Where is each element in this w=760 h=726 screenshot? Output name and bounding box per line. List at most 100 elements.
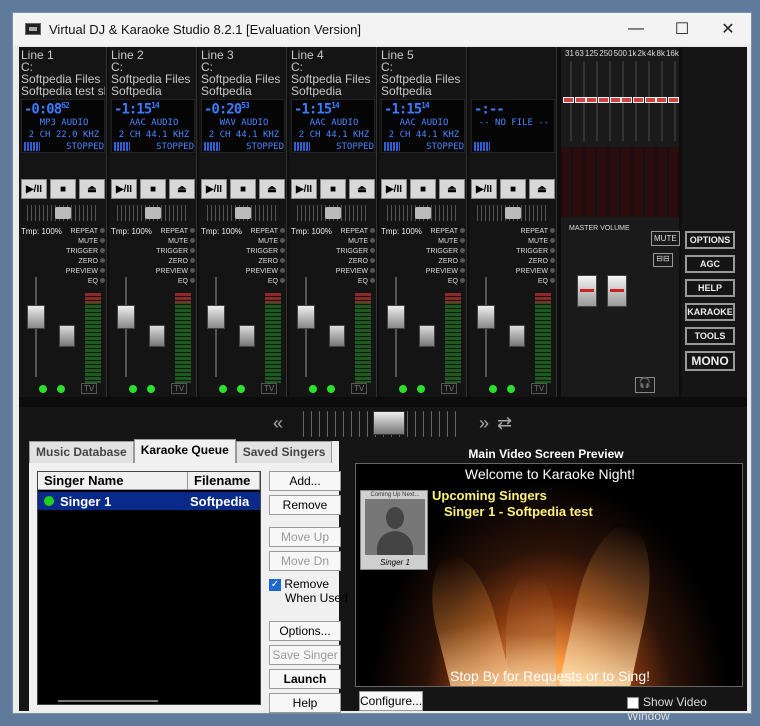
deck-flag-zero[interactable]: ZERO	[495, 257, 555, 267]
deck-flag-repeat[interactable]: REPEAT	[405, 227, 465, 237]
deck-flag-preview[interactable]: PREVIEW	[405, 267, 465, 277]
column-filename[interactable]: Filename	[188, 472, 260, 490]
deck-flag-repeat[interactable]: REPEAT	[495, 227, 555, 237]
eq-knob[interactable]	[667, 97, 679, 103]
deck-flag-trigger[interactable]: TRIGGER	[135, 247, 195, 257]
deck-balance-fader[interactable]	[419, 325, 435, 355]
tab-saved-singers[interactable]: Saved Singers	[235, 441, 333, 463]
tv-output-button[interactable]: TV	[171, 383, 188, 394]
crossfade-right-icon[interactable]: »	[479, 413, 489, 434]
karaoke-help-button[interactable]: Help	[269, 693, 341, 713]
tools-button[interactable]: TOOLS	[685, 327, 735, 345]
deck-volume-fader[interactable]	[117, 277, 135, 377]
agc-button[interactable]: AGC	[685, 255, 735, 273]
deck-pitch-slider[interactable]	[477, 205, 549, 221]
play-pause-button[interactable]: ▶/II	[291, 179, 317, 199]
master-mute-button[interactable]: MUTE	[651, 231, 680, 246]
deck-pitch-slider[interactable]	[117, 205, 189, 221]
fader-cap[interactable]	[149, 325, 165, 347]
deck-flag-trigger[interactable]: TRIGGER	[225, 247, 285, 257]
fader-cap[interactable]	[329, 325, 345, 347]
headphones-icon[interactable]: 🎧	[635, 377, 655, 393]
eq-knob[interactable]	[574, 97, 586, 103]
fader-cap[interactable]	[207, 305, 225, 329]
deck-flag-eq[interactable]: EQ	[495, 277, 555, 287]
deck-flag-zero[interactable]: ZERO	[135, 257, 195, 267]
play-pause-button[interactable]: ▶/II	[381, 179, 407, 199]
deck-balance-fader[interactable]	[59, 325, 75, 355]
deck-flag-trigger[interactable]: TRIGGER	[405, 247, 465, 257]
tv-output-button[interactable]: TV	[351, 383, 368, 394]
fader-cap[interactable]	[419, 325, 435, 347]
deck-balance-fader[interactable]	[509, 325, 525, 355]
eq-knob[interactable]	[597, 97, 609, 103]
remove-button[interactable]: Remove	[269, 495, 341, 515]
deck-flag-trigger[interactable]: TRIGGER	[45, 247, 105, 257]
fader-cap[interactable]	[117, 305, 135, 329]
show-video-window-checkbox[interactable]: Show Video Window	[627, 695, 747, 723]
deck-flag-preview[interactable]: PREVIEW	[315, 267, 375, 277]
deck-volume-fader[interactable]	[297, 277, 315, 377]
move-up-button[interactable]: Move Up	[269, 527, 341, 547]
table-row[interactable]: Singer 1 Softpedia	[38, 492, 260, 510]
deck-flag-repeat[interactable]: REPEAT	[225, 227, 285, 237]
fader-cap[interactable]	[297, 305, 315, 329]
eject-button[interactable]: ⏏	[259, 179, 285, 199]
fader-cap[interactable]	[477, 305, 495, 329]
fader-cap[interactable]	[509, 325, 525, 347]
deck-pitch-slider[interactable]	[207, 205, 279, 221]
column-singer-name[interactable]: Singer Name	[38, 472, 188, 490]
deck-flag-preview[interactable]: PREVIEW	[45, 267, 105, 277]
stop-button[interactable]: ■	[50, 179, 76, 199]
launch-button[interactable]: Launch	[269, 669, 341, 689]
fader-cap[interactable]	[387, 305, 405, 329]
minimize-button[interactable]: —	[613, 13, 659, 45]
stop-button[interactable]: ■	[230, 179, 256, 199]
deck-flag-trigger[interactable]: TRIGGER	[315, 247, 375, 257]
eq-knob[interactable]	[644, 97, 656, 103]
close-button[interactable]: ✕	[705, 13, 751, 45]
tab-music-database[interactable]: Music Database	[29, 441, 134, 463]
deck-flag-mute[interactable]: MUTE	[495, 237, 555, 247]
deck-volume-fader[interactable]	[387, 277, 405, 377]
deck-flag-repeat[interactable]: REPEAT	[135, 227, 195, 237]
play-pause-button[interactable]: ▶/II	[21, 179, 47, 199]
tv-output-button[interactable]: TV	[531, 383, 548, 394]
title-bar[interactable]: Virtual DJ & Karaoke Studio 8.2.1 [Evalu…	[13, 13, 751, 45]
deck-flag-preview[interactable]: PREVIEW	[135, 267, 195, 277]
deck-flag-zero[interactable]: ZERO	[315, 257, 375, 267]
stop-button[interactable]: ■	[500, 179, 526, 199]
eq-knob[interactable]	[621, 97, 633, 103]
move-down-button[interactable]: Move Dn	[269, 551, 341, 571]
karaoke-queue-list[interactable]: Singer Name Filename Singer 1 Softpedia	[37, 471, 261, 705]
crossfader-knob[interactable]	[373, 411, 405, 435]
stop-button[interactable]: ■	[140, 179, 166, 199]
eq-knob[interactable]	[632, 97, 644, 103]
deck-flag-mute[interactable]: MUTE	[135, 237, 195, 247]
fader-cap[interactable]	[59, 325, 75, 347]
deck-flag-preview[interactable]: PREVIEW	[225, 267, 285, 277]
deck-volume-fader[interactable]	[207, 277, 225, 377]
deck-flag-repeat[interactable]: REPEAT	[315, 227, 375, 237]
master-volume-left-fader[interactable]	[577, 275, 597, 307]
deck-balance-fader[interactable]	[329, 325, 345, 355]
play-pause-button[interactable]: ▶/II	[471, 179, 497, 199]
play-pause-button[interactable]: ▶/II	[201, 179, 227, 199]
deck-flag-mute[interactable]: MUTE	[225, 237, 285, 247]
deck-flag-mute[interactable]: MUTE	[405, 237, 465, 247]
options-dialog-button[interactable]: Options...	[269, 621, 341, 641]
eject-button[interactable]: ⏏	[439, 179, 465, 199]
deck-flag-trigger[interactable]: TRIGGER	[495, 247, 555, 257]
deck-flag-preview[interactable]: PREVIEW	[495, 267, 555, 277]
deck-flag-zero[interactable]: ZERO	[405, 257, 465, 267]
deck-flag-mute[interactable]: MUTE	[315, 237, 375, 247]
horizontal-scrollbar[interactable]	[58, 700, 158, 702]
deck-balance-fader[interactable]	[149, 325, 165, 355]
karaoke-button[interactable]: KARAOKE	[685, 303, 735, 321]
tv-output-button[interactable]: TV	[261, 383, 278, 394]
maximize-button[interactable]: ☐	[659, 13, 705, 45]
eq-knob[interactable]	[563, 97, 574, 103]
eject-button[interactable]: ⏏	[529, 179, 555, 199]
deck-pitch-slider[interactable]	[387, 205, 459, 221]
eject-button[interactable]: ⏏	[79, 179, 105, 199]
